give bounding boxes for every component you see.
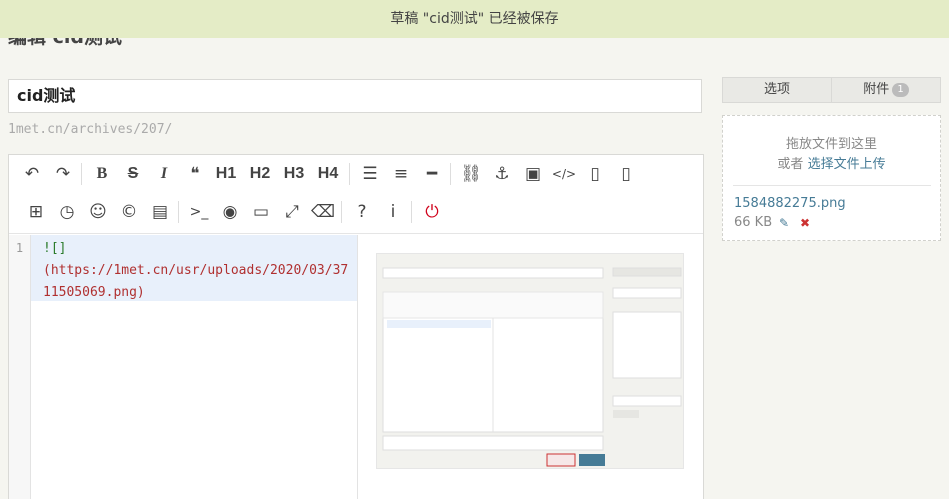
- strikethrough-button[interactable]: S: [118, 160, 148, 188]
- redo-button[interactable]: ↷: [48, 160, 78, 188]
- markdown-editor: ↶ ↷ B S I ❝ H1 H2 H3 H4 ☰ ≡ ━ ⛓ ⚓ ▣ </> ▯ ▯ ⊞ ◷ ☺ © ▤ >_ ◉ ▭ ⤢ ⌫? i ⏻ …: [8, 154, 704, 499]
- desktop-button[interactable]: ▭: [246, 198, 276, 226]
- save-notice: 草稿 "cid测试" 已经被保存: [0, 0, 949, 38]
- bold-button[interactable]: B: [87, 160, 117, 188]
- italic-button[interactable]: I: [149, 160, 179, 188]
- title-input[interactable]: cid测试: [8, 79, 702, 113]
- select-file-line: 或者 选择文件上传: [723, 153, 940, 172]
- tab-attachments[interactable]: 附件 1: [831, 78, 940, 102]
- image-button[interactable]: ▣: [518, 160, 548, 188]
- toolbar-separator: [341, 201, 342, 223]
- code-line: 11505069.png): [43, 285, 145, 300]
- tab-attachments-label: 附件: [863, 82, 890, 97]
- delete-x-icon[interactable]: ✖: [800, 216, 810, 230]
- drop-hint: 拖放文件到这里: [785, 137, 877, 152]
- preview-screenshot-thumbnail: [377, 254, 683, 468]
- fullscreen-button[interactable]: ⤢: [277, 198, 307, 226]
- h3-button[interactable]: H3: [279, 160, 309, 188]
- upload-dropzone[interactable]: 拖放文件到这里 或者 选择文件上传 1584882275.png 66 KB ✎…: [722, 115, 941, 241]
- quote-button[interactable]: ❝: [180, 160, 210, 188]
- emoji-button[interactable]: ☺: [83, 198, 113, 226]
- file-code-button-2[interactable]: ▯: [611, 160, 641, 188]
- code-button[interactable]: </>: [549, 160, 579, 188]
- preview-divider: [357, 235, 358, 499]
- table-button[interactable]: ⊞: [21, 198, 51, 226]
- bullet-list-button[interactable]: ☰: [355, 160, 385, 188]
- terminal-button[interactable]: >_: [184, 198, 214, 226]
- h1-button[interactable]: H1: [211, 160, 241, 188]
- undo-button[interactable]: ↶: [17, 160, 47, 188]
- code-line: (https://1met.cn/usr/uploads/2020/03/37: [43, 263, 349, 278]
- h2-button[interactable]: H2: [245, 160, 275, 188]
- horizontal-rule-button[interactable]: ━: [417, 160, 447, 188]
- attachment-count-badge: 1: [892, 83, 909, 97]
- ordered-list-button[interactable]: ≡: [386, 160, 416, 188]
- toolbar-separator: [81, 163, 82, 185]
- attachment-file-size: 66 KB: [734, 215, 773, 230]
- select-file-link[interactable]: 选择文件上传: [808, 157, 886, 172]
- anchor-button[interactable]: ⚓: [487, 160, 517, 188]
- h4-button[interactable]: H4: [313, 160, 343, 188]
- edit-pencil-icon[interactable]: ✎: [779, 216, 789, 230]
- page-title-clip: 编辑 cid测试: [8, 38, 122, 50]
- permalink[interactable]: 1met.cn/archives/207/: [8, 122, 172, 137]
- clock-button[interactable]: ◷: [52, 198, 82, 226]
- line-gutter: 1: [9, 235, 31, 499]
- toolbar-separator: [411, 201, 412, 223]
- toolbar-separator: [178, 201, 179, 223]
- eraser-button[interactable]: ⌫: [308, 198, 338, 226]
- toolbar-separator: [349, 163, 350, 185]
- toolbar-separator: [450, 163, 451, 185]
- help-button[interactable]: ?: [347, 198, 377, 226]
- copyright-button[interactable]: ©: [114, 198, 144, 226]
- link-button[interactable]: ⛓: [456, 160, 486, 188]
- page-title: 编辑 cid测试: [8, 38, 122, 49]
- code-area[interactable]: ![] (https://1met.cn/usr/uploads/2020/03…: [31, 235, 357, 301]
- divider: [733, 185, 931, 186]
- code-line: ![]: [43, 241, 67, 256]
- preview-toggle-button[interactable]: ◉: [215, 198, 245, 226]
- power-button[interactable]: ⏻: [417, 198, 447, 226]
- card-button[interactable]: ▤: [145, 198, 175, 226]
- info-button[interactable]: i: [378, 198, 408, 226]
- sidebar-tabs: 选项 附件 1: [722, 77, 941, 103]
- preview-image: [376, 253, 684, 469]
- line-number: 1: [15, 241, 24, 255]
- attachment-file-name[interactable]: 1584882275.png: [734, 196, 846, 211]
- or-text: 或者: [777, 157, 808, 172]
- tab-options[interactable]: 选项: [723, 78, 831, 102]
- editor-toolbar: ↶ ↷ B S I ❝ H1 H2 H3 H4 ☰ ≡ ━ ⛓ ⚓ ▣ </> ▯ ▯ ⊞ ◷ ☺ © ▤ >_ ◉ ▭ ⤢ ⌫? i ⏻: [9, 155, 703, 234]
- file-code-button[interactable]: ▯: [580, 160, 610, 188]
